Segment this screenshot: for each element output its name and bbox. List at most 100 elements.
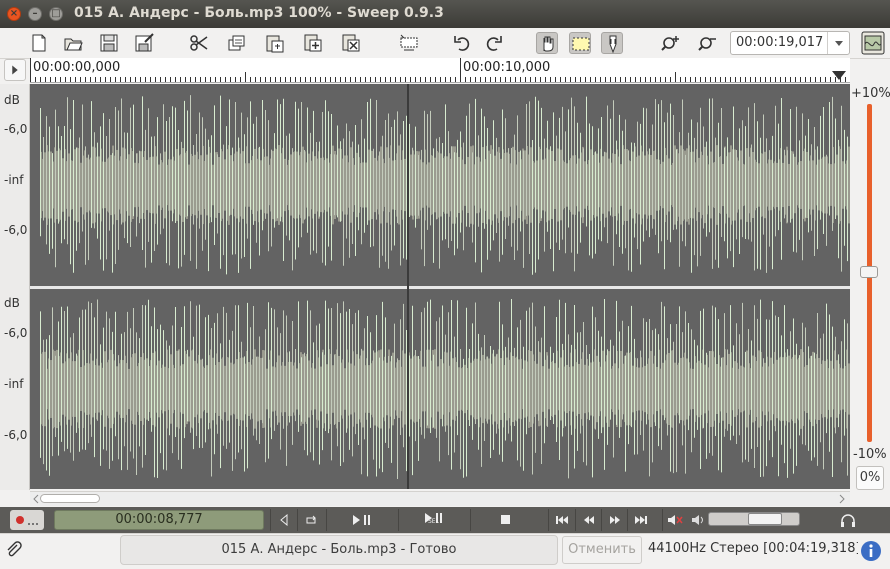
save-button[interactable] bbox=[98, 32, 120, 54]
waveform-body bbox=[344, 155, 346, 215]
waveform-body bbox=[302, 146, 304, 224]
playback-volume-knob[interactable] bbox=[748, 513, 782, 525]
waveform-body bbox=[278, 355, 280, 423]
waveform-body bbox=[698, 157, 700, 213]
waveform-body bbox=[686, 358, 688, 420]
playback-cursor[interactable] bbox=[407, 84, 409, 489]
waveform-body bbox=[278, 145, 280, 225]
paste-mix-button[interactable] bbox=[302, 32, 324, 54]
waveform-body bbox=[86, 363, 88, 415]
horizontal-scrollbar[interactable] bbox=[30, 491, 850, 506]
horizontal-scroll-thumb[interactable] bbox=[40, 494, 100, 503]
waveform-body bbox=[800, 349, 802, 429]
paste-button[interactable] bbox=[264, 32, 286, 54]
loop-button[interactable] bbox=[297, 509, 324, 531]
waveform-channel-right[interactable] bbox=[30, 289, 850, 489]
waveform-body bbox=[524, 360, 526, 418]
time-ruler[interactable] bbox=[30, 58, 851, 83]
waveform-body bbox=[218, 157, 220, 213]
zoom-in-button[interactable] bbox=[660, 32, 682, 54]
waveform-body bbox=[338, 148, 340, 222]
waveform-body bbox=[632, 365, 634, 413]
play-selection-button[interactable]: SEL bbox=[398, 509, 469, 531]
waveform-body bbox=[218, 362, 220, 416]
copy-button[interactable] bbox=[225, 32, 247, 54]
waveform-body bbox=[98, 156, 100, 214]
waveform-body bbox=[656, 366, 658, 412]
waveform-body bbox=[404, 353, 406, 425]
scroll-left-icon[interactable] bbox=[32, 494, 40, 504]
waveform-body bbox=[212, 164, 214, 206]
attachment-icon bbox=[4, 540, 24, 560]
waveform-body bbox=[764, 362, 766, 416]
go-to-start-button[interactable] bbox=[270, 509, 297, 531]
waveform-body bbox=[500, 358, 502, 420]
scroll-right-icon[interactable] bbox=[838, 494, 846, 504]
waveform-body bbox=[704, 146, 706, 224]
waveform-body bbox=[80, 162, 82, 208]
window-close-button[interactable]: × bbox=[7, 7, 21, 21]
waveform-body bbox=[434, 349, 436, 429]
waveform-body bbox=[794, 156, 796, 214]
sweep-logo-icon bbox=[861, 31, 885, 55]
waveform-body bbox=[518, 359, 520, 419]
headphones-icon[interactable] bbox=[840, 509, 856, 531]
zoom-out-button[interactable] bbox=[697, 32, 719, 54]
cancel-button[interactable]: Отменить bbox=[562, 536, 642, 564]
cut-button[interactable] bbox=[188, 32, 210, 54]
speaker-icon bbox=[690, 509, 706, 531]
window-minimize-button[interactable]: – bbox=[28, 7, 42, 21]
waveform-body bbox=[164, 151, 166, 219]
new-file-button[interactable] bbox=[28, 32, 50, 54]
waveform-channel-left[interactable] bbox=[30, 84, 850, 286]
open-file-button[interactable] bbox=[62, 32, 84, 54]
view-toggle-button[interactable] bbox=[860, 30, 886, 56]
waveform-body bbox=[692, 368, 694, 410]
stop-button[interactable] bbox=[470, 509, 541, 531]
cut-icon bbox=[190, 35, 208, 51]
volume-slider-knob[interactable] bbox=[860, 266, 878, 278]
time-position-combo[interactable]: 00:00:19,017 bbox=[730, 31, 850, 55]
record-button[interactable] bbox=[10, 510, 44, 530]
waveform-body bbox=[542, 159, 544, 211]
save-as-button[interactable] bbox=[133, 32, 155, 54]
waveform-body bbox=[806, 151, 808, 219]
info-button[interactable] bbox=[858, 538, 884, 564]
rewind-button[interactable] bbox=[575, 509, 602, 531]
waveform-body bbox=[164, 366, 166, 412]
waveform-body bbox=[488, 150, 490, 220]
volume-reset-button[interactable]: 0% bbox=[856, 466, 884, 490]
select-tool-button[interactable] bbox=[569, 32, 591, 54]
waveform-body bbox=[356, 152, 358, 218]
skip-start-button[interactable] bbox=[548, 509, 575, 531]
waveform-body bbox=[602, 156, 604, 214]
waveform-body bbox=[56, 150, 58, 220]
skip-forward-icon bbox=[635, 516, 647, 524]
waveform-body bbox=[494, 155, 496, 215]
waveform-body bbox=[608, 158, 610, 212]
window-maximize-button[interactable]: □ bbox=[49, 7, 63, 21]
waveform-body bbox=[422, 162, 424, 208]
redo-button[interactable] bbox=[483, 32, 505, 54]
waveform-body bbox=[638, 155, 640, 215]
waveform-body bbox=[254, 148, 256, 222]
mute-button[interactable] bbox=[662, 509, 687, 531]
skip-end-button[interactable] bbox=[627, 509, 654, 531]
fast-forward-button[interactable] bbox=[601, 509, 628, 531]
waveform-body bbox=[842, 368, 844, 410]
waveform-body bbox=[728, 353, 730, 425]
volume-max-label: +10% bbox=[851, 86, 890, 101]
waveform-body bbox=[134, 162, 136, 208]
pencil-tool-button[interactable] bbox=[601, 32, 623, 54]
undo-button[interactable] bbox=[451, 32, 473, 54]
play-pause-button[interactable] bbox=[326, 509, 397, 531]
waveform-body bbox=[416, 356, 418, 422]
waveform-body bbox=[704, 364, 706, 414]
waveform-body bbox=[560, 149, 562, 221]
waveform-body bbox=[608, 351, 610, 427]
paste-crossfade-button[interactable] bbox=[340, 32, 362, 54]
chevron-down-icon[interactable] bbox=[827, 32, 850, 54]
crop-button[interactable] bbox=[398, 32, 420, 54]
hand-tool-button[interactable] bbox=[536, 32, 558, 54]
ruler-menu-button[interactable] bbox=[4, 59, 26, 81]
